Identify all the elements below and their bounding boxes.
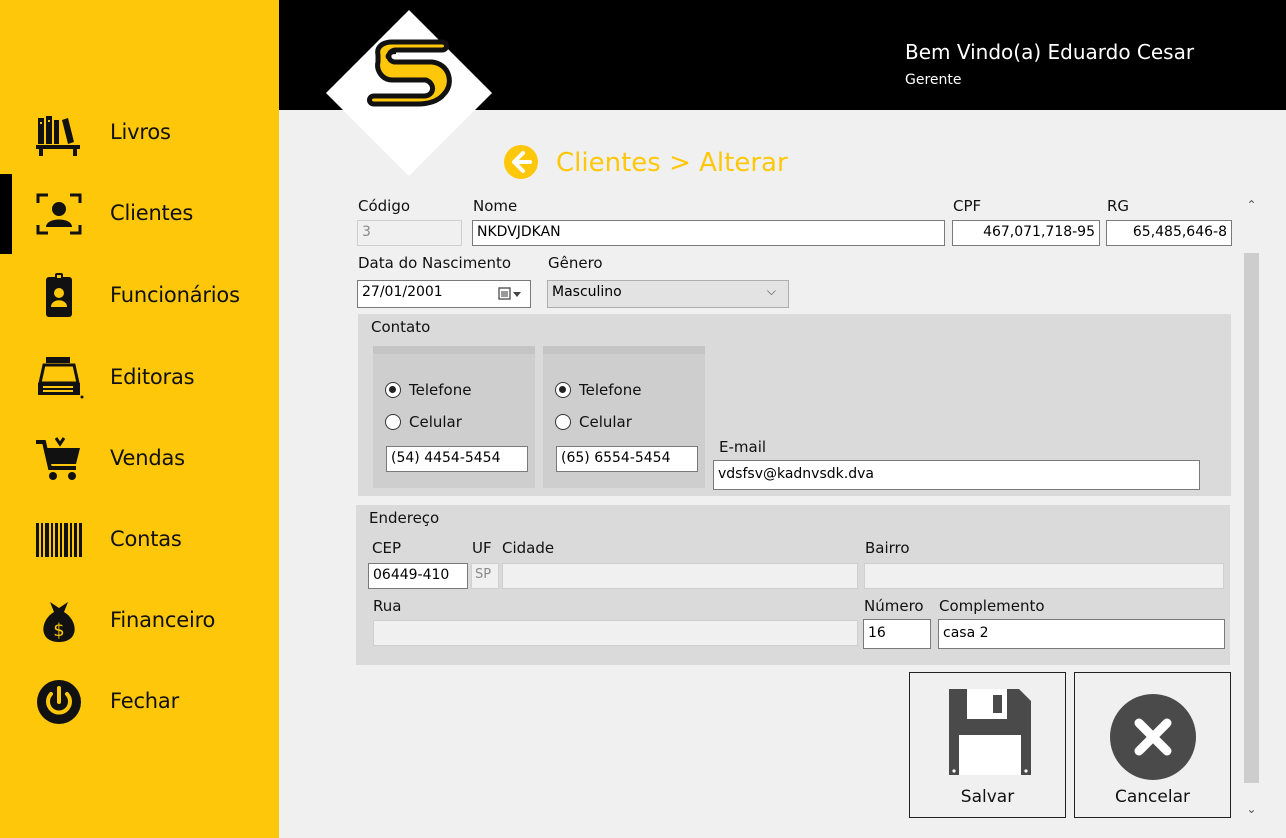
cancel-label: Cancelar bbox=[1115, 787, 1190, 807]
typewriter-icon bbox=[38, 357, 84, 399]
welcome-text: Bem Vindo(a) Eduardo Cesar bbox=[905, 40, 1195, 64]
endereco-title: Endereço bbox=[369, 509, 440, 527]
cidade-field bbox=[502, 563, 858, 589]
nascimento-label: Data do Nascimento bbox=[358, 254, 512, 272]
sidebar-item-label: Financeiro bbox=[110, 608, 216, 633]
rua-field bbox=[373, 620, 858, 646]
cpf-label: CPF bbox=[953, 197, 982, 215]
cancel-button[interactable]: Cancelar bbox=[1074, 672, 1231, 818]
celular-radio-2[interactable]: Celular bbox=[555, 413, 632, 431]
telefone-radio-2[interactable]: Telefone bbox=[555, 381, 641, 399]
endereco-panel: Endereço CEP 06449-410 UF SP Cidade Bair… bbox=[356, 505, 1230, 665]
barcode-icon bbox=[36, 523, 82, 557]
sidebar-item-label: Funcionários bbox=[110, 283, 240, 308]
telefone-radio-1[interactable]: Telefone bbox=[385, 381, 471, 399]
email-field[interactable]: vdsfsv@kadnvsdk.dva bbox=[713, 460, 1200, 490]
floppy-disk-icon bbox=[949, 689, 1031, 775]
sidebar-item-fechar[interactable]: Fechar bbox=[0, 662, 279, 742]
sidebar-item-editoras[interactable]: Editoras bbox=[0, 338, 279, 418]
close-icon bbox=[1110, 694, 1196, 780]
genero-label: Gênero bbox=[548, 254, 603, 272]
save-label: Salvar bbox=[960, 787, 1015, 807]
calendar-dropdown-icon[interactable] bbox=[498, 287, 522, 301]
power-icon bbox=[37, 680, 81, 724]
nascimento-datepicker[interactable]: 27/01/2001 bbox=[357, 280, 531, 308]
complemento-field[interactable]: casa 2 bbox=[938, 619, 1225, 649]
rua-label: Rua bbox=[373, 597, 402, 615]
breadcrumb: Clientes > Alterar bbox=[556, 148, 788, 178]
uf-label: UF bbox=[472, 539, 492, 557]
sidebar-item-label: Editoras bbox=[110, 365, 195, 390]
cpf-field[interactable]: 467,071,718-95 bbox=[952, 220, 1100, 246]
svg-text:$: $ bbox=[53, 620, 64, 641]
rg-field[interactable]: 65,485,646-8 bbox=[1106, 220, 1232, 246]
vertical-scrollbar[interactable]: ⌃ ⌄ bbox=[1242, 193, 1261, 823]
contato-panel: Contato Telefone Celular (54) 4454-5454 … bbox=[358, 314, 1231, 496]
sidebar-item-label: Contas bbox=[110, 527, 182, 552]
back-arrow-icon[interactable] bbox=[503, 144, 539, 180]
bairro-field bbox=[864, 563, 1224, 589]
sidebar-item-livros[interactable]: Livros bbox=[0, 93, 279, 173]
chevron-down-icon: ⌵ bbox=[766, 284, 776, 298]
bairro-label: Bairro bbox=[865, 539, 910, 557]
nascimento-value: 27/01/2001 bbox=[362, 284, 443, 300]
phone-group-2: Telefone Celular (65) 6554-5454 bbox=[543, 346, 705, 488]
sidebar-item-contas[interactable]: Contas bbox=[0, 500, 279, 580]
cidade-label: Cidade bbox=[502, 539, 555, 557]
scroll-thumb[interactable] bbox=[1244, 253, 1259, 783]
codigo-field: 3 bbox=[357, 220, 462, 246]
sidebar-item-vendas[interactable]: Vendas bbox=[0, 419, 279, 499]
sidebar-item-clientes[interactable]: Clientes bbox=[0, 174, 279, 254]
sidebar-item-label: Fechar bbox=[110, 689, 180, 714]
genero-select[interactable]: Masculino ⌵ bbox=[547, 280, 789, 308]
sidebar-item-funcionarios[interactable]: Funcionários bbox=[0, 256, 279, 336]
phone-field-2[interactable]: (65) 6554-5454 bbox=[556, 446, 698, 472]
app-logo bbox=[326, 10, 492, 176]
user-role: Gerente bbox=[905, 72, 962, 88]
sidebar-item-label: Vendas bbox=[110, 446, 185, 471]
complemento-label: Complemento bbox=[939, 597, 1045, 615]
sidebar-item-financeiro[interactable]: $ Financeiro bbox=[0, 581, 279, 661]
client-id-icon bbox=[36, 193, 82, 235]
email-label: E-mail bbox=[719, 438, 767, 456]
sidebar: Livros Clientes Funcionários Editoras Ve… bbox=[0, 0, 279, 838]
contato-title: Contato bbox=[371, 318, 431, 336]
sidebar-item-label: Clientes bbox=[110, 201, 194, 226]
scroll-down-icon[interactable]: ⌄ bbox=[1242, 799, 1261, 819]
scroll-up-icon[interactable]: ⌃ bbox=[1242, 195, 1261, 215]
codigo-label: Código bbox=[358, 197, 411, 215]
employee-badge-icon bbox=[46, 273, 72, 317]
genero-value: Masculino bbox=[552, 284, 622, 300]
rg-label: RG bbox=[1107, 197, 1130, 215]
nome-label: Nome bbox=[473, 197, 518, 215]
shopping-cart-icon bbox=[36, 437, 80, 480]
sidebar-item-label: Livros bbox=[110, 120, 171, 145]
cep-label: CEP bbox=[372, 539, 401, 557]
uf-field: SP bbox=[471, 563, 499, 589]
phone-group-1: Telefone Celular (54) 4454-5454 bbox=[373, 346, 535, 488]
save-button[interactable]: Salvar bbox=[909, 672, 1066, 818]
phone-field-1[interactable]: (54) 4454-5454 bbox=[386, 446, 528, 472]
money-bag-icon: $ bbox=[43, 602, 75, 642]
numero-field[interactable]: 16 bbox=[863, 619, 931, 649]
nome-field[interactable]: NKDVJDKAN bbox=[472, 220, 945, 246]
cep-field[interactable]: 06449-410 bbox=[368, 563, 468, 589]
celular-radio-1[interactable]: Celular bbox=[385, 413, 462, 431]
books-icon bbox=[36, 116, 80, 156]
numero-label: Número bbox=[864, 597, 924, 615]
